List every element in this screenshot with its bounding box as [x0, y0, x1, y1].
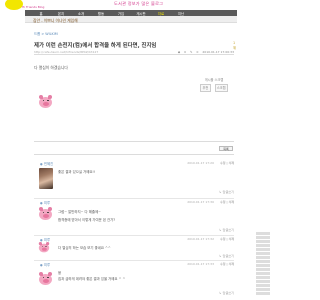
comment-icon: ✎ — [190, 50, 193, 54]
nav-item-about[interactable]: 소개 — [71, 11, 91, 16]
comment-actions[interactable]: 수정 | 삭제 — [220, 262, 234, 266]
comment-date: 2010.01.17 17:32 — [187, 237, 214, 241]
comment-text: 다 열심히 하는 모습 보기 좋네요 ^^ — [58, 246, 111, 250]
post-title: 제가 이런 손전지(컴)에서 합격을 하게 된다면, 진지임 — [34, 43, 157, 49]
board-title-bar: 집안 - 이쁘니 이나인 게임해 — [25, 16, 237, 23]
comment-actions[interactable]: 수정 | 삭제 — [220, 200, 234, 204]
nav-item-board[interactable]: 게시판 — [131, 11, 151, 16]
post-date: 2010.01.17 17:00:33 — [202, 50, 234, 54]
comment-actions[interactable]: 수정 | 삭제 — [220, 161, 234, 165]
comment-date: 2010.01.17 17:20 — [187, 161, 214, 165]
nav-item-join[interactable]: 가입 — [111, 11, 131, 16]
comment-item: ● 미루 2010.01.17 17:30 수정 | 삭제 그럼~ 말만하지~ … — [34, 200, 234, 234]
pig-emoticon-icon — [38, 272, 53, 286]
nav-item-home[interactable]: 홈 — [31, 11, 51, 16]
site-logo[interactable] — [5, 0, 23, 10]
comment-separator — [34, 198, 234, 199]
comment-count: 0 — [196, 50, 199, 54]
nav-item-archive[interactable]: 자료 — [151, 11, 171, 16]
comment-text-line2: 집과 급하게 데려야 좋은 결과 있을 거에요 ^ ^ — [58, 277, 126, 281]
scrap-box: 게시물 스크랩 추천 스크랩 — [195, 77, 233, 92]
reply-button[interactable]: ↳ 답글쓰기 — [219, 290, 234, 295]
nav-item-activity[interactable]: 활동 — [91, 11, 111, 16]
comment-text: 웅 — [58, 271, 62, 275]
comments-divider — [34, 154, 234, 155]
pig-emoticon-icon — [38, 95, 53, 109]
comment-date: 2010.01.17 17:30 — [187, 200, 214, 204]
comment-date: 2010.01.17 17:33 — [187, 262, 214, 266]
scrap-button[interactable]: 스크랩 — [214, 84, 228, 92]
reply-button[interactable]: ↳ 답글쓰기 — [219, 189, 234, 194]
list-button[interactable]: 목록 — [219, 146, 233, 151]
reply-button[interactable]: ↳ 답글쓰기 — [219, 227, 234, 232]
comment-author[interactable]: 미루 — [44, 200, 50, 205]
comment-author[interactable]: 민혜진 — [44, 161, 53, 166]
comment-text: 좋은 결과 있으실 거에요!! — [58, 170, 96, 174]
top-banner: Hi Friends Blog 도서관 정보가 많은 블로그 — [0, 0, 300, 10]
post-meta: http://cafe.daum.net/hifriends/8P4Z/4312… — [34, 50, 234, 55]
user-icon: ● — [40, 262, 43, 267]
side-scroll-strip[interactable] — [256, 232, 270, 300]
comment-author[interactable]: 미루 — [44, 262, 50, 267]
nav-item-past[interactable]: 지난 — [171, 11, 191, 16]
comment-text-line2: 합격증에 받아서 이렇게 가여운 된 건가? — [58, 218, 116, 222]
user-icon: ● — [40, 237, 43, 242]
comment-item: ● 미루 2010.01.17 17:33 수정 | 삭제 웅 집과 급하게 데… — [34, 262, 234, 296]
post-url[interactable]: http://cafe.daum.net/hifriends/8P4Z/4312… — [34, 50, 98, 54]
author-photo — [39, 168, 53, 189]
nav-item-main[interactable]: 본지 — [51, 11, 71, 16]
scrap-label: 게시물 스크랩 — [204, 78, 224, 82]
comment-separator — [34, 235, 234, 236]
logo-subtitle: Hi Friends Blog — [22, 5, 45, 9]
rank-badge: 1위 — [233, 41, 237, 50]
comment-item: ● 미루 2010.01.17 17:32 수정 | 삭제 다 열심히 하는 모… — [34, 237, 234, 259]
comment-item: ● 민혜진 2010.01.17 17:20 수정 | 삭제 좋은 결과 있으실… — [34, 161, 234, 197]
breadcrumb[interactable]: 드롭 > WILKIM — [34, 31, 58, 36]
post-stats: ◆ 0 ✎ 0 2010.01.17 17:00:33 — [175, 50, 234, 54]
pig-emoticon-icon — [38, 242, 50, 253]
post-divider — [34, 141, 234, 142]
post-body: 다 열심히 하겠습니다 — [34, 65, 68, 70]
user-icon: ● — [40, 200, 43, 205]
views-icon: ◆ — [177, 50, 181, 54]
site-tagline: 도서관 정보가 많은 블로그 — [114, 1, 164, 6]
comment-separator — [34, 260, 234, 261]
user-icon: ● — [40, 161, 43, 166]
recommend-button[interactable]: 추천 — [200, 84, 211, 92]
post-view: 드롭 > WILKIM 제가 이런 손전지(컴)에서 합격을 하게 된다면, 진… — [25, 23, 237, 300]
reply-button[interactable]: ↳ 답글쓰기 — [219, 253, 234, 258]
view-count: 0 — [184, 50, 187, 54]
comment-text: 그럼~ 말만하지~ 다 해줄께~ — [58, 210, 101, 214]
comment-actions[interactable]: 수정 | 삭제 — [220, 237, 234, 241]
pig-emoticon-icon — [38, 207, 53, 221]
